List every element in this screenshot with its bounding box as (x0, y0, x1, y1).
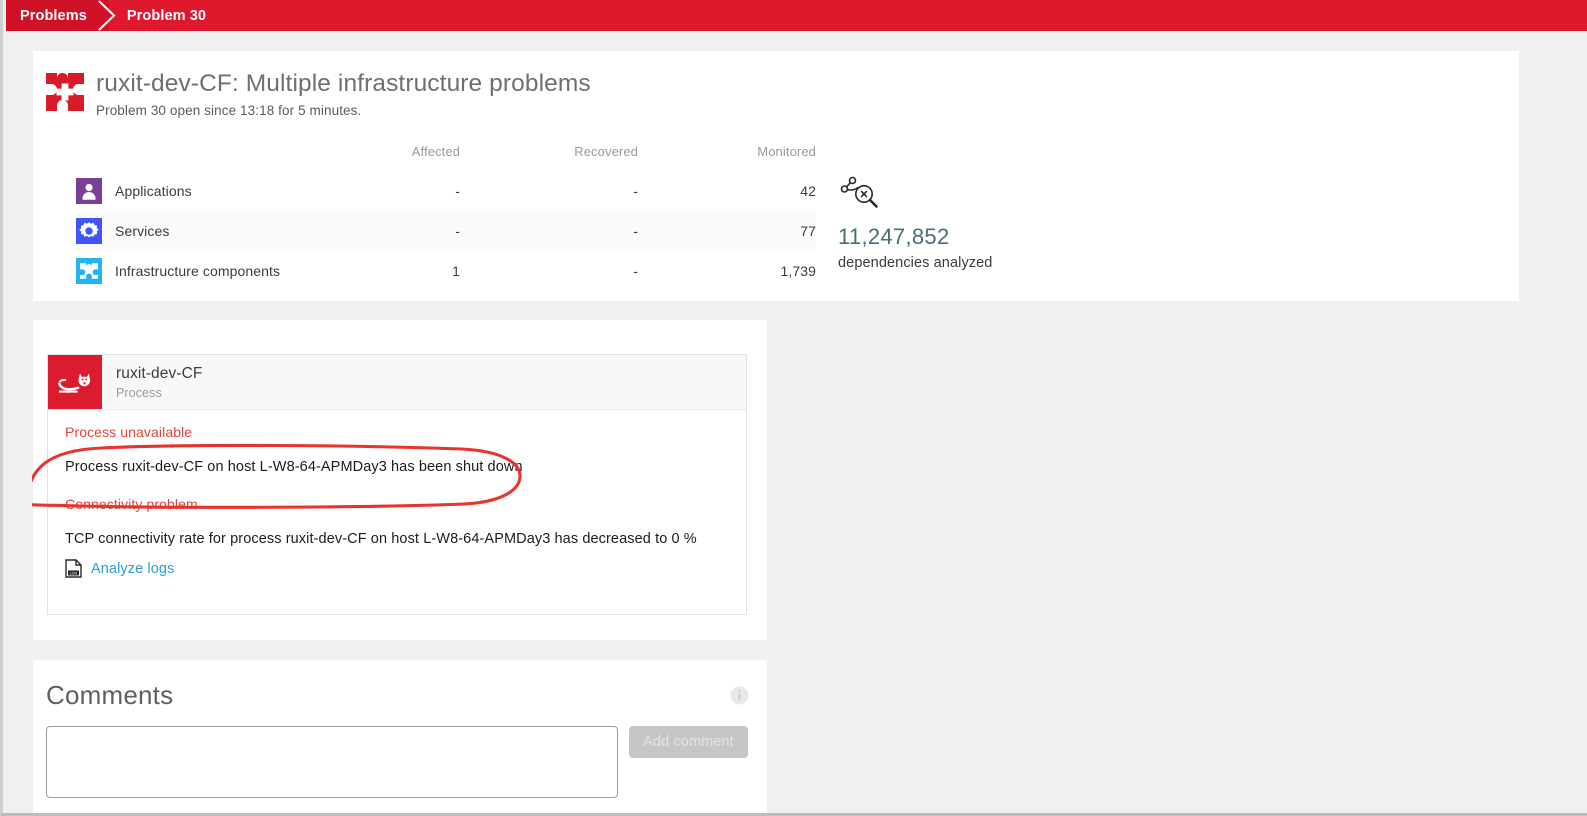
event-description: Process ruxit-dev-CF on host L-W8-64-APM… (65, 459, 523, 475)
row-label: Services (115, 223, 170, 239)
entity-header[interactable]: ruxit-dev-CF Process (48, 355, 746, 410)
analyze-logs-link[interactable]: Analyze logs (91, 561, 174, 577)
tomcat-process-icon (48, 355, 102, 409)
services-gear-icon (76, 218, 102, 244)
cell-affected: - (455, 223, 460, 239)
problem-header: ruxit-dev-CF: Multiple infrastructure pr… (33, 51, 1519, 118)
entity-event-panel: ruxit-dev-CF Process Process unavailable… (24, 354, 747, 615)
chevron-right-icon (96, 0, 127, 31)
infrastructure-problem-icon (46, 73, 84, 111)
event-title: Connectivity problem (65, 496, 198, 512)
application-window: Problems Problem 30 ruxit-dev-CF: Multip… (0, 0, 1587, 816)
affected-entities-table: Affected Recovered Monitored Application… (76, 144, 816, 291)
log-document-icon: LOG (65, 559, 82, 578)
table-header-row: Affected Recovered Monitored (76, 144, 816, 171)
analyze-logs-row[interactable]: LOG Analyze logs (65, 559, 746, 578)
column-header-monitored: Monitored (757, 144, 816, 159)
add-comment-button[interactable]: Add comment (629, 726, 748, 758)
table-row[interactable]: Applications - - 42 (76, 171, 816, 211)
problem-events-card: ruxit-dev-CF Process Process unavailable… (24, 320, 767, 640)
table-row[interactable]: Services - - 77 (76, 211, 816, 251)
cell-recovered: - (633, 183, 638, 199)
problem-title-block: ruxit-dev-CF: Multiple infrastructure pr… (96, 70, 591, 118)
vertical-scrollbar[interactable] (1583, 31, 1587, 813)
event-item-process-unavailable[interactable]: Process unavailable Process ruxit-dev-CF… (65, 424, 746, 475)
problem-summary-card: ruxit-dev-CF: Multiple infrastructure pr… (33, 51, 1519, 301)
dependencies-count: 11,247,852 (838, 224, 950, 249)
row-label: Infrastructure components (115, 263, 281, 279)
row-label: Applications (115, 183, 192, 199)
page-title: ruxit-dev-CF: Multiple infrastructure pr… (96, 70, 591, 97)
comments-header: Comments (33, 660, 767, 711)
dependency-analysis-icon (840, 176, 884, 210)
cell-monitored: 77 (800, 223, 816, 239)
column-header-name (76, 144, 300, 171)
row-label-cell: Services (76, 211, 300, 251)
dependencies-analyzed-block: 11,247,852 dependencies analyzed (838, 176, 992, 271)
cell-monitored: 1,739 (780, 263, 816, 279)
cell-recovered: - (633, 223, 638, 239)
event-title: Process unavailable (65, 424, 193, 440)
breadcrumb-item-problems[interactable]: Problems (6, 0, 109, 31)
entity-identity: ruxit-dev-CF Process (116, 365, 202, 400)
info-circle-icon[interactable] (730, 686, 749, 705)
breadcrumb-item-current[interactable]: Problem 30 (123, 0, 222, 31)
entity-type: Process (116, 385, 162, 400)
row-label-cell: Infrastructure components (76, 251, 300, 291)
event-item-connectivity-problem[interactable]: Connectivity problem TCP connectivity ra… (65, 496, 746, 547)
breadcrumb-problems-label: Problems (20, 7, 87, 24)
cell-affected: - (455, 183, 460, 199)
comments-title: Comments (46, 680, 174, 710)
problem-status-text: Problem 30 open since 13:18 for 5 minute… (96, 103, 362, 119)
cell-recovered: - (633, 263, 638, 279)
events-list: Process unavailable Process ruxit-dev-CF… (48, 410, 746, 578)
comment-entry-row: Add comment (33, 711, 767, 798)
applications-icon (76, 178, 102, 204)
comments-card: Comments Add comment (33, 660, 767, 813)
event-spacer (65, 475, 746, 496)
cell-affected: 1 (452, 263, 460, 279)
cell-monitored: 42 (800, 183, 816, 199)
comment-input[interactable] (46, 726, 618, 798)
svg-text:LOG: LOG (70, 572, 78, 576)
breadcrumb: Problems Problem 30 (6, 0, 1587, 31)
table-row[interactable]: Infrastructure components 1 - 1,739 (76, 251, 816, 291)
infrastructure-components-icon (76, 258, 102, 284)
dependencies-label: dependencies analyzed (838, 255, 993, 271)
column-header-recovered: Recovered (574, 144, 638, 159)
entity-name: ruxit-dev-CF (116, 364, 203, 382)
row-label-cell: Applications (76, 171, 300, 211)
breadcrumb-current-label: Problem 30 (126, 7, 207, 24)
event-description: TCP connectivity rate for process ruxit-… (65, 531, 697, 547)
column-header-affected: Affected (411, 144, 460, 159)
